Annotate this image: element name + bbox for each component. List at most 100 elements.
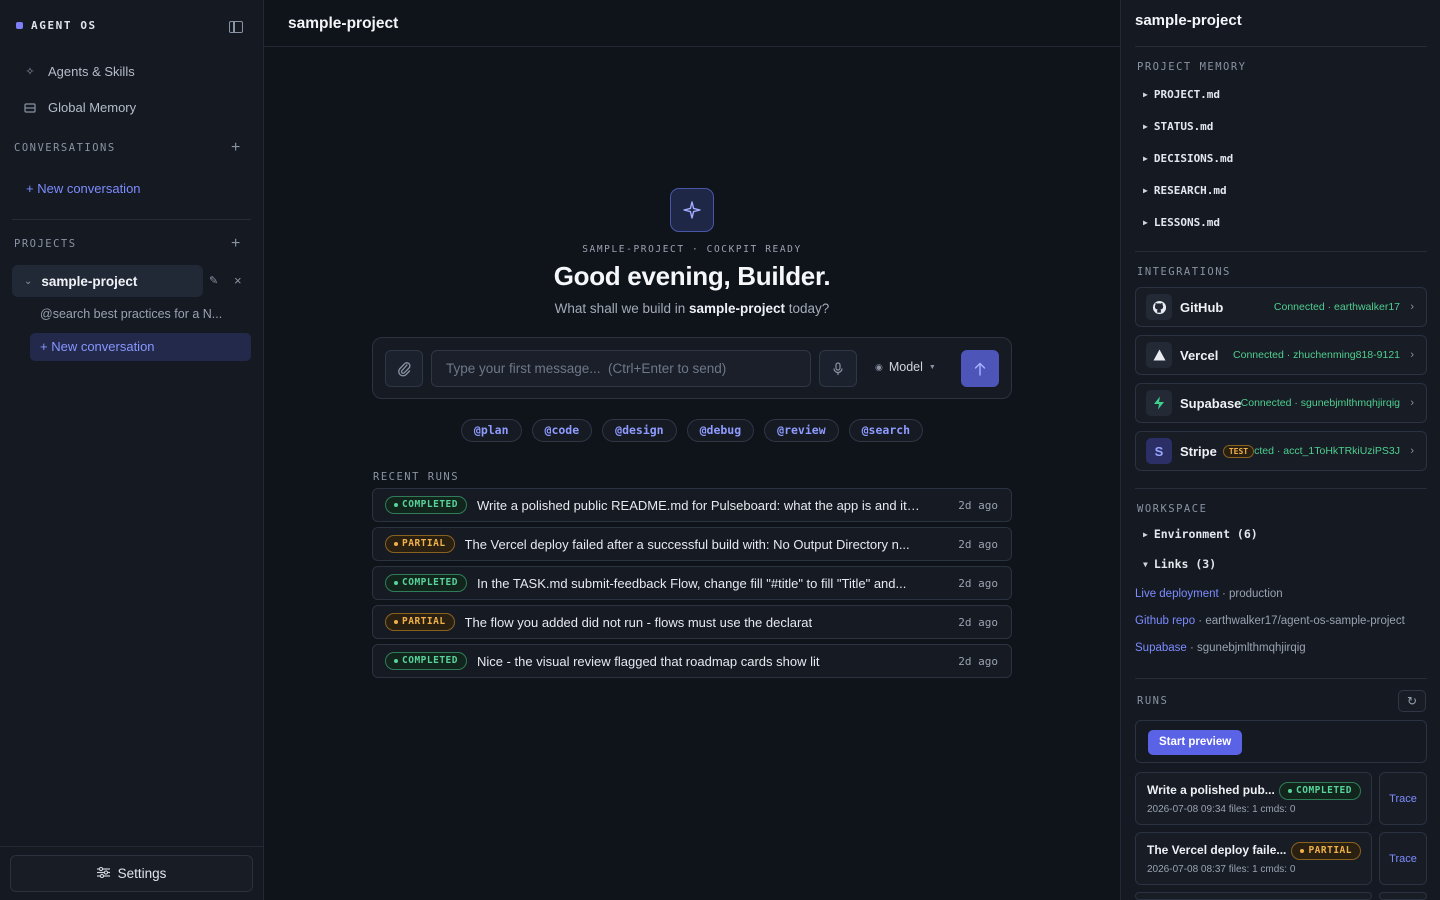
project-name: sample-project (41, 273, 138, 289)
start-preview-button[interactable]: Start preview (1148, 730, 1243, 755)
link-name[interactable]: Supabase (1135, 642, 1187, 654)
link-name[interactable]: Live deployment (1135, 588, 1219, 600)
brand-title: AGENT OS (31, 19, 97, 32)
integration-supabase[interactable]: Supabase Connected · sgunebjmlthmqhjirqi… (1135, 383, 1427, 423)
memory-file-research[interactable]: ▶ RESEARCH.md (1143, 184, 1227, 197)
memory-file-decisions[interactable]: ▶ DECISIONS.md (1143, 152, 1233, 165)
settings-button[interactable]: Settings (10, 855, 253, 892)
memory-file-status[interactable]: ▶ STATUS.md (1143, 120, 1213, 133)
run-card-meta: 2026-07-08 09:34 files: 1 cmds: 0 (1147, 804, 1296, 815)
sparkle-hero-icon (670, 188, 714, 232)
memory-file-name: RESEARCH.md (1153, 184, 1227, 197)
add-conversation-plus-icon[interactable]: + (231, 140, 240, 156)
integration-name: GitHub (1180, 299, 1224, 315)
run-row[interactable]: COMPLETED In the TASK.md submit-feedback… (372, 566, 1012, 600)
sliders-icon (96, 866, 110, 881)
left-sidebar: AGENT OS ✧ Agents & Skills Global Memory… (0, 0, 264, 900)
chip-code[interactable]: @code (531, 419, 593, 442)
project-item-sample-project[interactable]: ⌄ sample-project (12, 265, 203, 297)
message-input[interactable] (431, 350, 811, 387)
memory-file-project[interactable]: ▶ PROJECT.md (1143, 88, 1220, 101)
memory-file-lessons[interactable]: ▶ LESSONS.md (1143, 216, 1220, 229)
memory-file-name: PROJECT.md (1153, 88, 1221, 101)
paperclip-icon (398, 361, 411, 377)
greeting-heading: Good evening, Builder. (553, 261, 831, 291)
chip-design[interactable]: @design (602, 419, 677, 442)
sidebar-divider (12, 219, 251, 220)
microphone-button[interactable] (819, 350, 857, 387)
status-text: PARTIAL (402, 538, 446, 549)
environment-toggle[interactable]: ▶ Environment (6) (1143, 527, 1258, 541)
vercel-icon (1146, 342, 1172, 368)
trace-button[interactable]: Trace (1379, 772, 1427, 825)
run-card[interactable]: The Vercel deploy faile... PARTIAL 2026-… (1135, 832, 1372, 885)
chip-plan[interactable]: @plan (460, 419, 522, 442)
add-project-plus-icon[interactable]: + (231, 236, 240, 252)
run-card[interactable]: Write a polished pub... COMPLETED 2026-0… (1135, 772, 1372, 825)
run-row[interactable]: PARTIAL The Vercel deploy failed after a… (372, 527, 1012, 561)
triangle-right-icon: ▶ (1143, 122, 1148, 131)
link-name[interactable]: Github repo (1135, 615, 1195, 627)
links-toggle[interactable]: ▼ Links (3) (1143, 557, 1216, 571)
status-badge: COMPLETED (385, 574, 467, 592)
link-supabase: Supabase · sgunebjmlthmqhjirqig (1135, 642, 1306, 654)
run-card-title: The Vercel deploy faile... (1147, 843, 1287, 857)
link-detail: · earthwalker17/agent-os-sample-project (1195, 615, 1405, 627)
integration-stripe[interactable]: S Stripe TEST Connected · acct_1ToHkTRki… (1135, 431, 1427, 471)
github-icon (1146, 294, 1172, 320)
status-badge: PARTIAL (1291, 842, 1361, 860)
brand: AGENT OS (16, 19, 97, 32)
chip-debug[interactable]: @debug (686, 419, 755, 442)
hero-kicker: SAMPLE-PROJECT · COCKPIT READY (582, 244, 802, 255)
chip-review[interactable]: @review (764, 419, 839, 442)
arrow-up-icon (974, 362, 986, 376)
status-badge: COMPLETED (385, 652, 467, 670)
integration-github[interactable]: GitHub Connected · earthwalker17 › (1135, 287, 1427, 327)
refresh-icon[interactable]: ↻ (1398, 690, 1426, 712)
run-row[interactable]: PARTIAL The flow you added did not run -… (372, 605, 1012, 639)
status-text: COMPLETED (402, 577, 458, 588)
main-panel: sample-project SAMPLE-PROJECT · COCKPIT … (264, 0, 1120, 900)
status-text: COMPLETED (402, 499, 458, 510)
page-title: sample-project (288, 15, 399, 32)
integration-status: Connected · acct_1ToHkTRkiUziPS3J (1254, 445, 1400, 457)
subtitle-pre: What shall we build in (554, 301, 689, 316)
integration-status: Connected · sgunebjmlthmqhjirqig (1241, 397, 1400, 409)
link-detail: · production (1218, 588, 1283, 600)
run-card-meta: 2026-07-08 08:37 files: 1 cmds: 0 (1147, 864, 1296, 875)
main-header: sample-project (264, 0, 1120, 47)
sidebar-collapse-icon[interactable] (229, 21, 243, 33)
run-text: Nice - the visual review flagged that ro… (476, 653, 820, 669)
run-time: 2d ago (958, 498, 998, 512)
settings-label: Settings (117, 866, 167, 881)
attach-button[interactable] (385, 350, 423, 387)
bolt-icon (1146, 390, 1172, 416)
right-divider (1135, 46, 1427, 47)
nav-global-memory[interactable]: Global Memory (24, 100, 136, 115)
chevron-right-icon: › (1410, 397, 1414, 409)
conversation-item[interactable]: @search best practices for a N... (40, 307, 222, 321)
projects-section-label: PROJECTS (14, 238, 77, 250)
triangle-right-icon: ▶ (1143, 186, 1148, 195)
trace-button[interactable]: Trace (1379, 832, 1427, 885)
links-label: Links (3) (1153, 557, 1217, 571)
project-memory-label: PROJECT MEMORY (1137, 61, 1247, 73)
close-icon[interactable]: × (234, 273, 242, 288)
eye-icon: ◉ (875, 361, 883, 372)
right-panel: sample-project PROJECT MEMORY ▶ PROJECT.m… (1120, 0, 1440, 900)
send-button[interactable] (961, 350, 999, 387)
project-new-conversation-button[interactable]: + New conversation (30, 333, 251, 361)
runs-label: RUNS (1137, 695, 1169, 707)
chip-search[interactable]: @search (848, 419, 924, 442)
new-conversation-link[interactable]: + New conversation (26, 181, 141, 196)
nav-agents-skills[interactable]: ✧ Agents & Skills (24, 64, 134, 79)
integration-vercel[interactable]: Vercel Connected · zhuchenming818-9121 › (1135, 335, 1427, 375)
edit-pencil-icon[interactable]: ✎ (209, 274, 218, 287)
run-row[interactable]: COMPLETED Write a polished public README… (372, 488, 1012, 522)
integration-name: Supabase (1180, 395, 1242, 411)
model-selector[interactable]: ◉ Model ▼ (875, 360, 936, 374)
chevron-right-icon: › (1410, 445, 1414, 457)
microphone-icon (833, 361, 843, 375)
right-panel-title: sample-project (1135, 12, 1242, 29)
run-row[interactable]: COMPLETED Nice - the visual review flagg… (372, 644, 1012, 678)
